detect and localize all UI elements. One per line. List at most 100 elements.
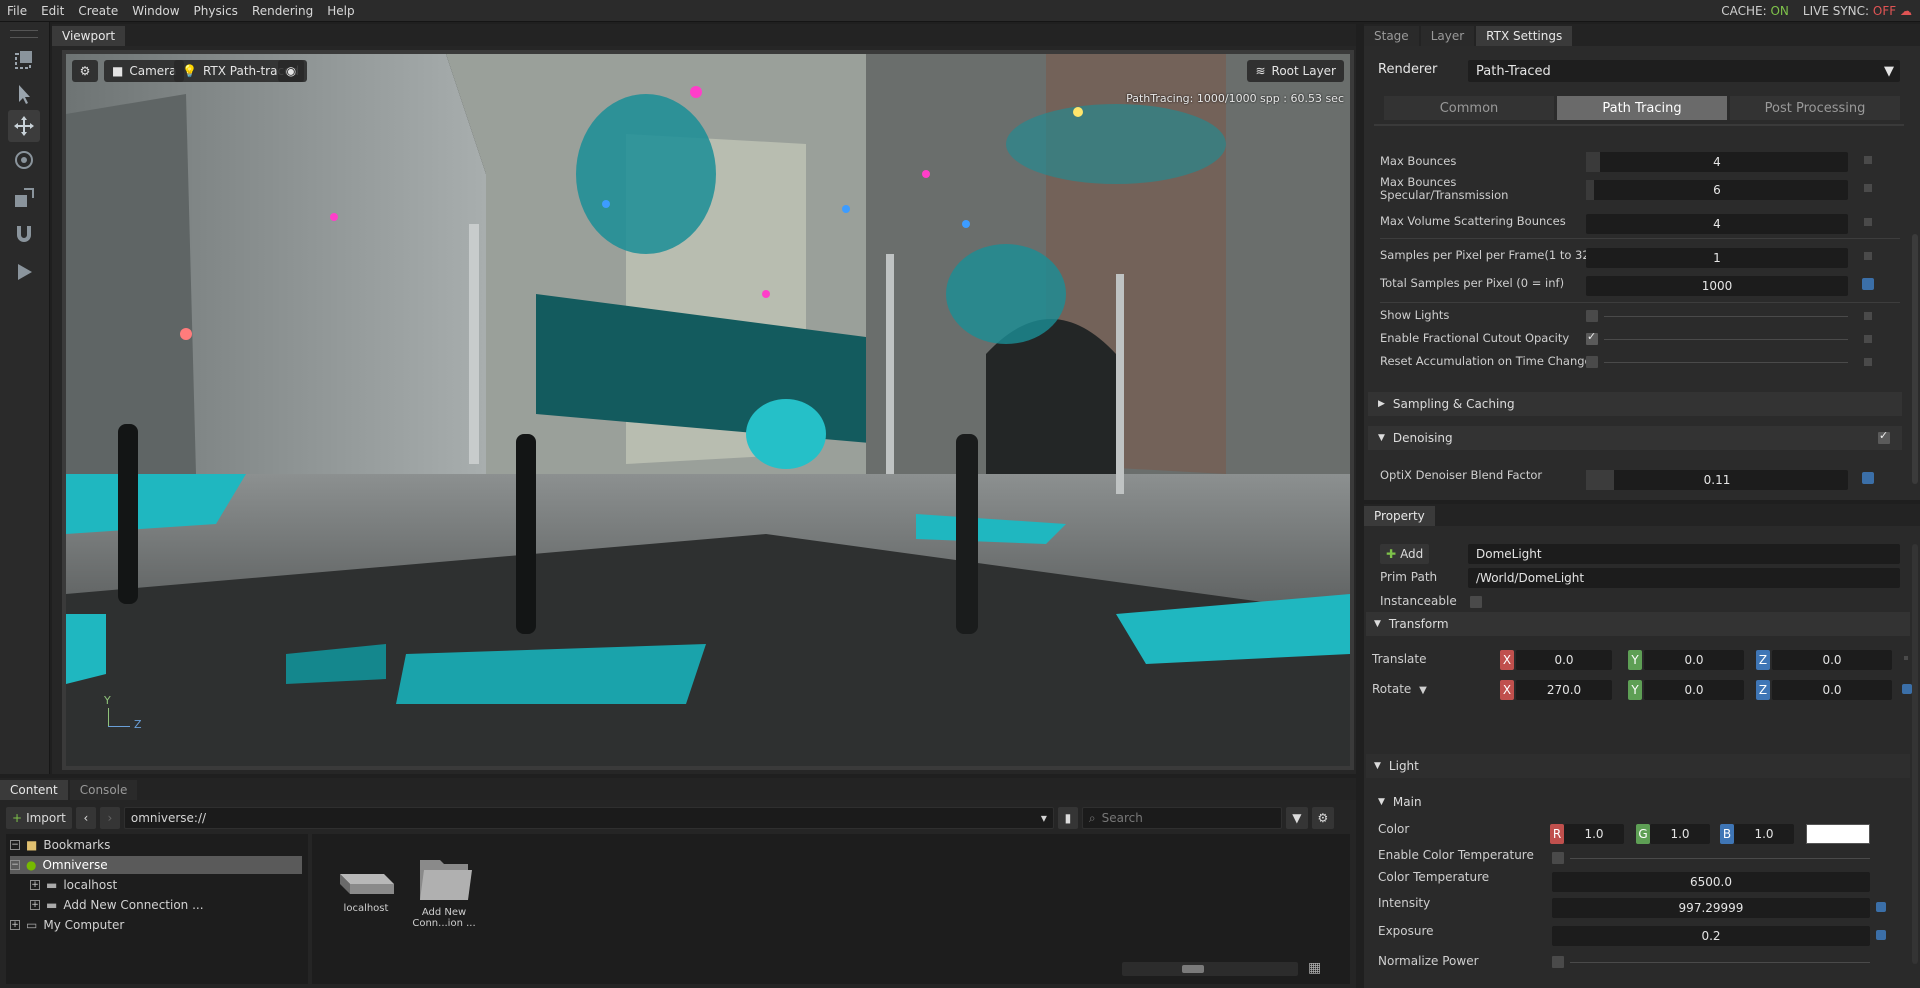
expand-icon[interactable]: + — [10, 920, 20, 930]
collapse-icon[interactable]: − — [10, 860, 20, 870]
tab-rtx-settings[interactable]: RTX Settings — [1476, 26, 1573, 46]
samples-per-frame-field[interactable]: 1 — [1586, 248, 1848, 268]
max-bounces-specular-field[interactable]: 6 — [1586, 180, 1848, 200]
slider-handle[interactable] — [1182, 965, 1204, 973]
scrollbar[interactable] — [1912, 544, 1918, 964]
toolbar-grip[interactable] — [10, 30, 38, 38]
tree-item-add-connection[interactable]: + ▬ Add New Connection ... — [30, 896, 332, 914]
translate-x-field[interactable]: 0.0 — [1516, 650, 1612, 670]
live-sync-status[interactable]: LIVE SYNC: OFF ☁ — [1803, 4, 1912, 18]
tree-item-my-computer[interactable]: + ▭ My Computer — [10, 916, 312, 934]
instanceable-checkbox[interactable] — [1470, 596, 1482, 608]
reset-indicator[interactable] — [1864, 335, 1872, 343]
modified-indicator[interactable] — [1876, 930, 1886, 940]
add-button[interactable]: ✚ Add — [1380, 544, 1430, 564]
menu-edit[interactable]: Edit — [34, 4, 71, 18]
play-tool[interactable] — [8, 256, 40, 288]
scrollbar[interactable] — [1912, 234, 1918, 484]
tab-viewport[interactable]: Viewport — [52, 26, 126, 46]
total-samples-field[interactable]: 1000 — [1586, 276, 1848, 296]
color-g-field[interactable]: 1.0 — [1650, 824, 1710, 844]
rotate-label[interactable]: Rotate ▼ — [1372, 682, 1427, 696]
reset-indicator[interactable] — [1864, 358, 1872, 366]
max-bounces-field[interactable]: 4 — [1586, 152, 1848, 172]
reset-indicator[interactable] — [1864, 184, 1872, 192]
path-field[interactable]: omniverse:// ▾ — [123, 807, 1054, 829]
menu-window[interactable]: Window — [125, 4, 186, 18]
fractional-cutout-checkbox[interactable] — [1586, 330, 1598, 345]
show-lights-checkbox[interactable] — [1586, 310, 1598, 322]
modified-indicator[interactable] — [1902, 684, 1912, 694]
expand-icon[interactable]: + — [30, 880, 40, 890]
tree-item-omniverse[interactable]: − ● Omniverse — [10, 856, 302, 874]
rotate-z-field[interactable]: 0.0 — [1772, 680, 1892, 700]
viewport-frame[interactable]: ⚙ ■ Camera 💡 RTX Path-traced ◉ ≋ Root Layer… — [62, 50, 1354, 770]
transform-header[interactable]: ▼ Transform — [1366, 612, 1910, 636]
modified-indicator[interactable] — [1862, 472, 1874, 484]
color-r-field[interactable]: 1.0 — [1564, 824, 1624, 844]
intensity-field[interactable]: 997.29999 — [1552, 898, 1870, 918]
reset-indicator[interactable] — [1864, 312, 1872, 320]
tab-property[interactable]: Property — [1364, 506, 1435, 526]
menu-rendering[interactable]: Rendering — [245, 4, 320, 18]
snap-tool[interactable] — [8, 218, 40, 250]
select-mode-tool[interactable] — [8, 44, 40, 76]
viewport-settings-button[interactable]: ⚙ — [72, 60, 98, 82]
search-field[interactable]: ⌕ Search — [1081, 807, 1282, 829]
tree-item-bookmarks[interactable]: − ■ Bookmarks — [10, 836, 312, 854]
rotate-x-field[interactable]: 270.0 — [1516, 680, 1612, 700]
file-item-localhost[interactable]: localhost — [326, 860, 406, 914]
expand-icon[interactable]: + — [30, 900, 40, 910]
camera-button[interactable]: ■ Camera — [104, 60, 185, 82]
tab-console[interactable]: Console — [69, 780, 138, 800]
grid-view-icon[interactable]: ▦ — [1308, 960, 1326, 978]
tree-item-localhost[interactable]: + ▬ localhost — [30, 876, 332, 894]
scale-tool[interactable] — [8, 182, 40, 214]
translate-z-field[interactable]: 0.0 — [1772, 650, 1892, 670]
tab-content[interactable]: Content — [0, 780, 68, 800]
enable-color-temp-checkbox[interactable] — [1552, 852, 1564, 864]
renderer-dropdown[interactable]: Path-Traced ▼ — [1468, 60, 1900, 82]
import-button[interactable]: + Import — [6, 807, 72, 829]
visibility-button[interactable]: ◉ — [278, 60, 304, 82]
subtab-path-tracing[interactable]: Path Tracing — [1557, 96, 1727, 120]
main-header[interactable]: ▼ Main — [1374, 790, 1910, 814]
cache-status[interactable]: CACHE: ON — [1721, 4, 1789, 18]
menu-file[interactable]: File — [0, 4, 34, 18]
tab-stage[interactable]: Stage — [1364, 26, 1419, 46]
filter-button[interactable]: ▼ — [1285, 807, 1308, 829]
modified-indicator[interactable] — [1876, 902, 1886, 912]
reset-accumulation-checkbox[interactable] — [1586, 356, 1598, 368]
normalize-power-checkbox[interactable] — [1552, 956, 1564, 968]
menu-physics[interactable]: Physics — [187, 4, 245, 18]
reset-indicator[interactable] — [1904, 656, 1908, 660]
bookmark-button[interactable]: ▮ — [1057, 807, 1078, 829]
menu-help[interactable]: Help — [320, 4, 361, 18]
color-swatch[interactable] — [1806, 824, 1870, 844]
forward-button[interactable]: › — [99, 807, 120, 829]
subtab-post-processing[interactable]: Post Processing — [1730, 96, 1900, 120]
light-header[interactable]: ▼ Light — [1366, 754, 1910, 778]
sampling-caching-header[interactable]: ▶ Sampling & Caching — [1368, 392, 1902, 416]
rotate-tool[interactable] — [8, 144, 40, 176]
chevron-down-icon[interactable]: ▾ — [1041, 811, 1047, 825]
modified-indicator[interactable] — [1862, 278, 1874, 290]
back-button[interactable]: ‹ — [75, 807, 96, 829]
reset-indicator[interactable] — [1864, 156, 1872, 164]
prim-path-field[interactable]: /World/DomeLight — [1468, 568, 1900, 588]
menu-create[interactable]: Create — [71, 4, 125, 18]
rotate-y-field[interactable]: 0.0 — [1644, 680, 1744, 700]
reset-indicator[interactable] — [1864, 218, 1872, 226]
optix-blend-field[interactable]: 0.11 — [1586, 470, 1848, 490]
translate-y-field[interactable]: 0.0 — [1644, 650, 1744, 670]
rendered-scene[interactable] — [66, 54, 1350, 766]
exposure-field[interactable]: 0.2 — [1552, 926, 1870, 946]
tab-layer[interactable]: Layer — [1420, 26, 1475, 46]
subtab-common[interactable]: Common — [1384, 96, 1554, 120]
select-tool[interactable] — [8, 78, 40, 110]
max-volume-bounces-field[interactable]: 4 — [1586, 214, 1848, 234]
reset-indicator[interactable] — [1864, 252, 1872, 260]
collapse-icon[interactable]: − — [10, 840, 20, 850]
move-tool[interactable] — [8, 110, 40, 142]
layer-button[interactable]: ≋ Root Layer — [1247, 60, 1344, 82]
